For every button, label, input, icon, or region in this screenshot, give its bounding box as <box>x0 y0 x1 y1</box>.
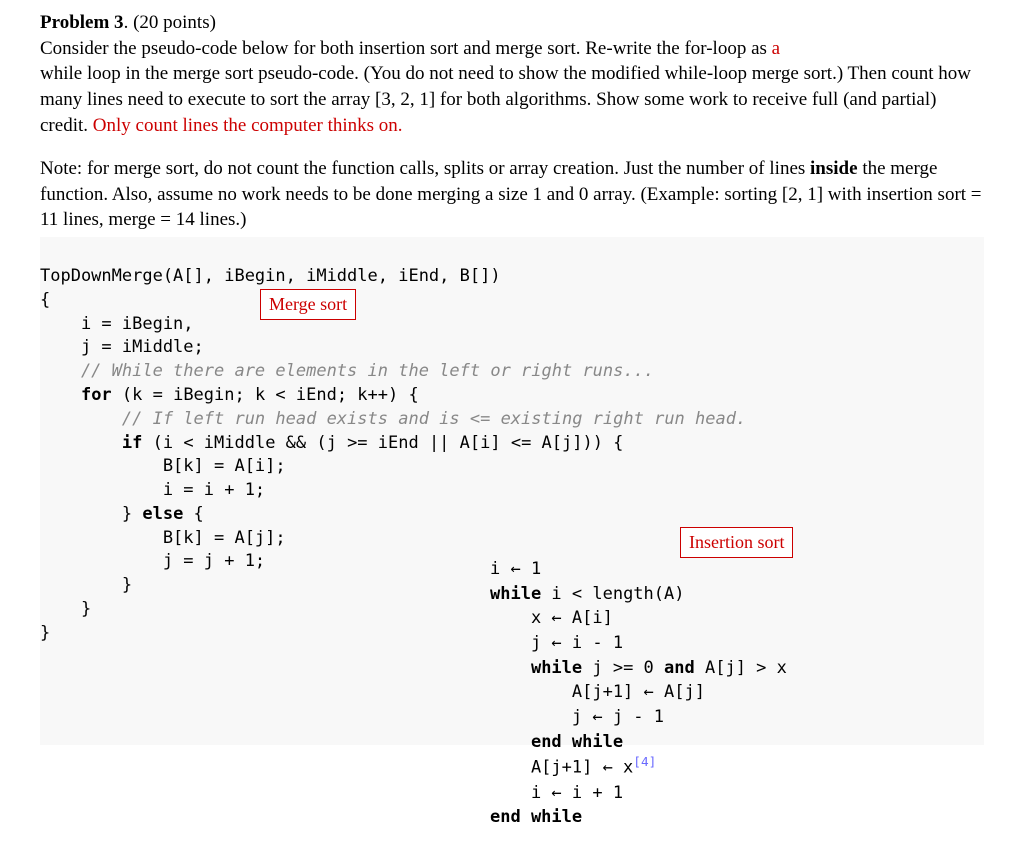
merge-l12: B[k] = A[j]; <box>40 528 286 548</box>
ins-l7: j ← j - 1 <box>490 707 664 727</box>
merge-for-kw: for <box>81 385 112 405</box>
merge-l13: j = j + 1; <box>40 551 265 571</box>
merge-l16: } <box>40 623 50 643</box>
ins-while-kw: while <box>490 584 541 604</box>
ins-end1-kw: end while <box>531 732 623 752</box>
problem-title-bold: Problem 3 <box>40 12 124 33</box>
ins-l8a <box>490 732 531 752</box>
ins-l6: A[j+1] ← A[j] <box>490 682 705 702</box>
merge-l15: } <box>40 599 91 619</box>
merge-l8b: (i < iMiddle && (j >= iEnd || A[i] <= A[… <box>142 433 623 453</box>
merge-l11a: } <box>40 504 142 524</box>
ins-l9a: A[j+1] ← x <box>490 758 633 778</box>
merge-l10: i = i + 1; <box>40 480 265 500</box>
ins-l10: i ← i + 1 <box>490 783 623 803</box>
ins-l1: i ← 1 <box>490 559 541 579</box>
ins-end2-kw: end while <box>490 807 582 827</box>
para1-red2: Only count lines the computer thinks on. <box>93 115 403 136</box>
ins-l2b: i < length(A) <box>541 584 684 604</box>
ins-and-kw: and <box>664 658 695 678</box>
merge-l11b: { <box>183 504 203 524</box>
merge-l2: { <box>40 290 50 310</box>
ins-l5a <box>490 658 531 678</box>
merge-l6a <box>40 385 81 405</box>
ins-l3: x ← A[i] <box>490 608 613 628</box>
merge-l5: // While there are elements in the left … <box>40 361 654 381</box>
merge-sort-annotation: Merge sort <box>260 289 356 320</box>
merge-l6b: (k = iBegin; k < iEnd; k++) { <box>112 385 419 405</box>
merge-sort-code-block: TopDownMerge(A[], iBegin, iMiddle, iEnd,… <box>40 237 984 745</box>
ins-l5b: j >= 0 <box>582 658 664 678</box>
merge-l14: } <box>40 575 132 595</box>
merge-l8a <box>40 433 122 453</box>
para2-bold: inside <box>810 158 858 179</box>
para2-a: Note: for merge sort, do not count the f… <box>40 158 810 179</box>
merge-else-kw: else <box>142 504 183 524</box>
merge-l3: i = iBegin, <box>40 314 194 334</box>
insertion-sort-code-block: i ← 1 while i < length(A) x ← A[i] j ← i… <box>490 557 787 830</box>
insertion-sort-annotation: Insertion sort <box>680 527 793 558</box>
merge-l7: // If left run head exists and is <= exi… <box>40 409 746 429</box>
problem-title-rest: . (20 points) <box>124 12 216 33</box>
problem-note: Note: for merge sort, do not count the f… <box>40 156 984 233</box>
para1-a: Consider the pseudo-code below for both … <box>40 38 772 59</box>
ins-l5c: A[j] > x <box>695 658 787 678</box>
ins-while2-kw: while <box>531 658 582 678</box>
merge-l1: TopDownMerge(A[], iBegin, iMiddle, iEnd,… <box>40 266 501 286</box>
merge-l9: B[k] = A[i]; <box>40 456 286 476</box>
ins-l4: j ← i - 1 <box>490 633 623 653</box>
merge-l4: j = iMiddle; <box>40 337 204 357</box>
para1-red: a <box>772 38 780 59</box>
ins-sup: [4] <box>633 755 656 770</box>
merge-if-kw: if <box>122 433 142 453</box>
problem-heading: Problem 3. (20 points) Consider the pseu… <box>40 10 984 138</box>
